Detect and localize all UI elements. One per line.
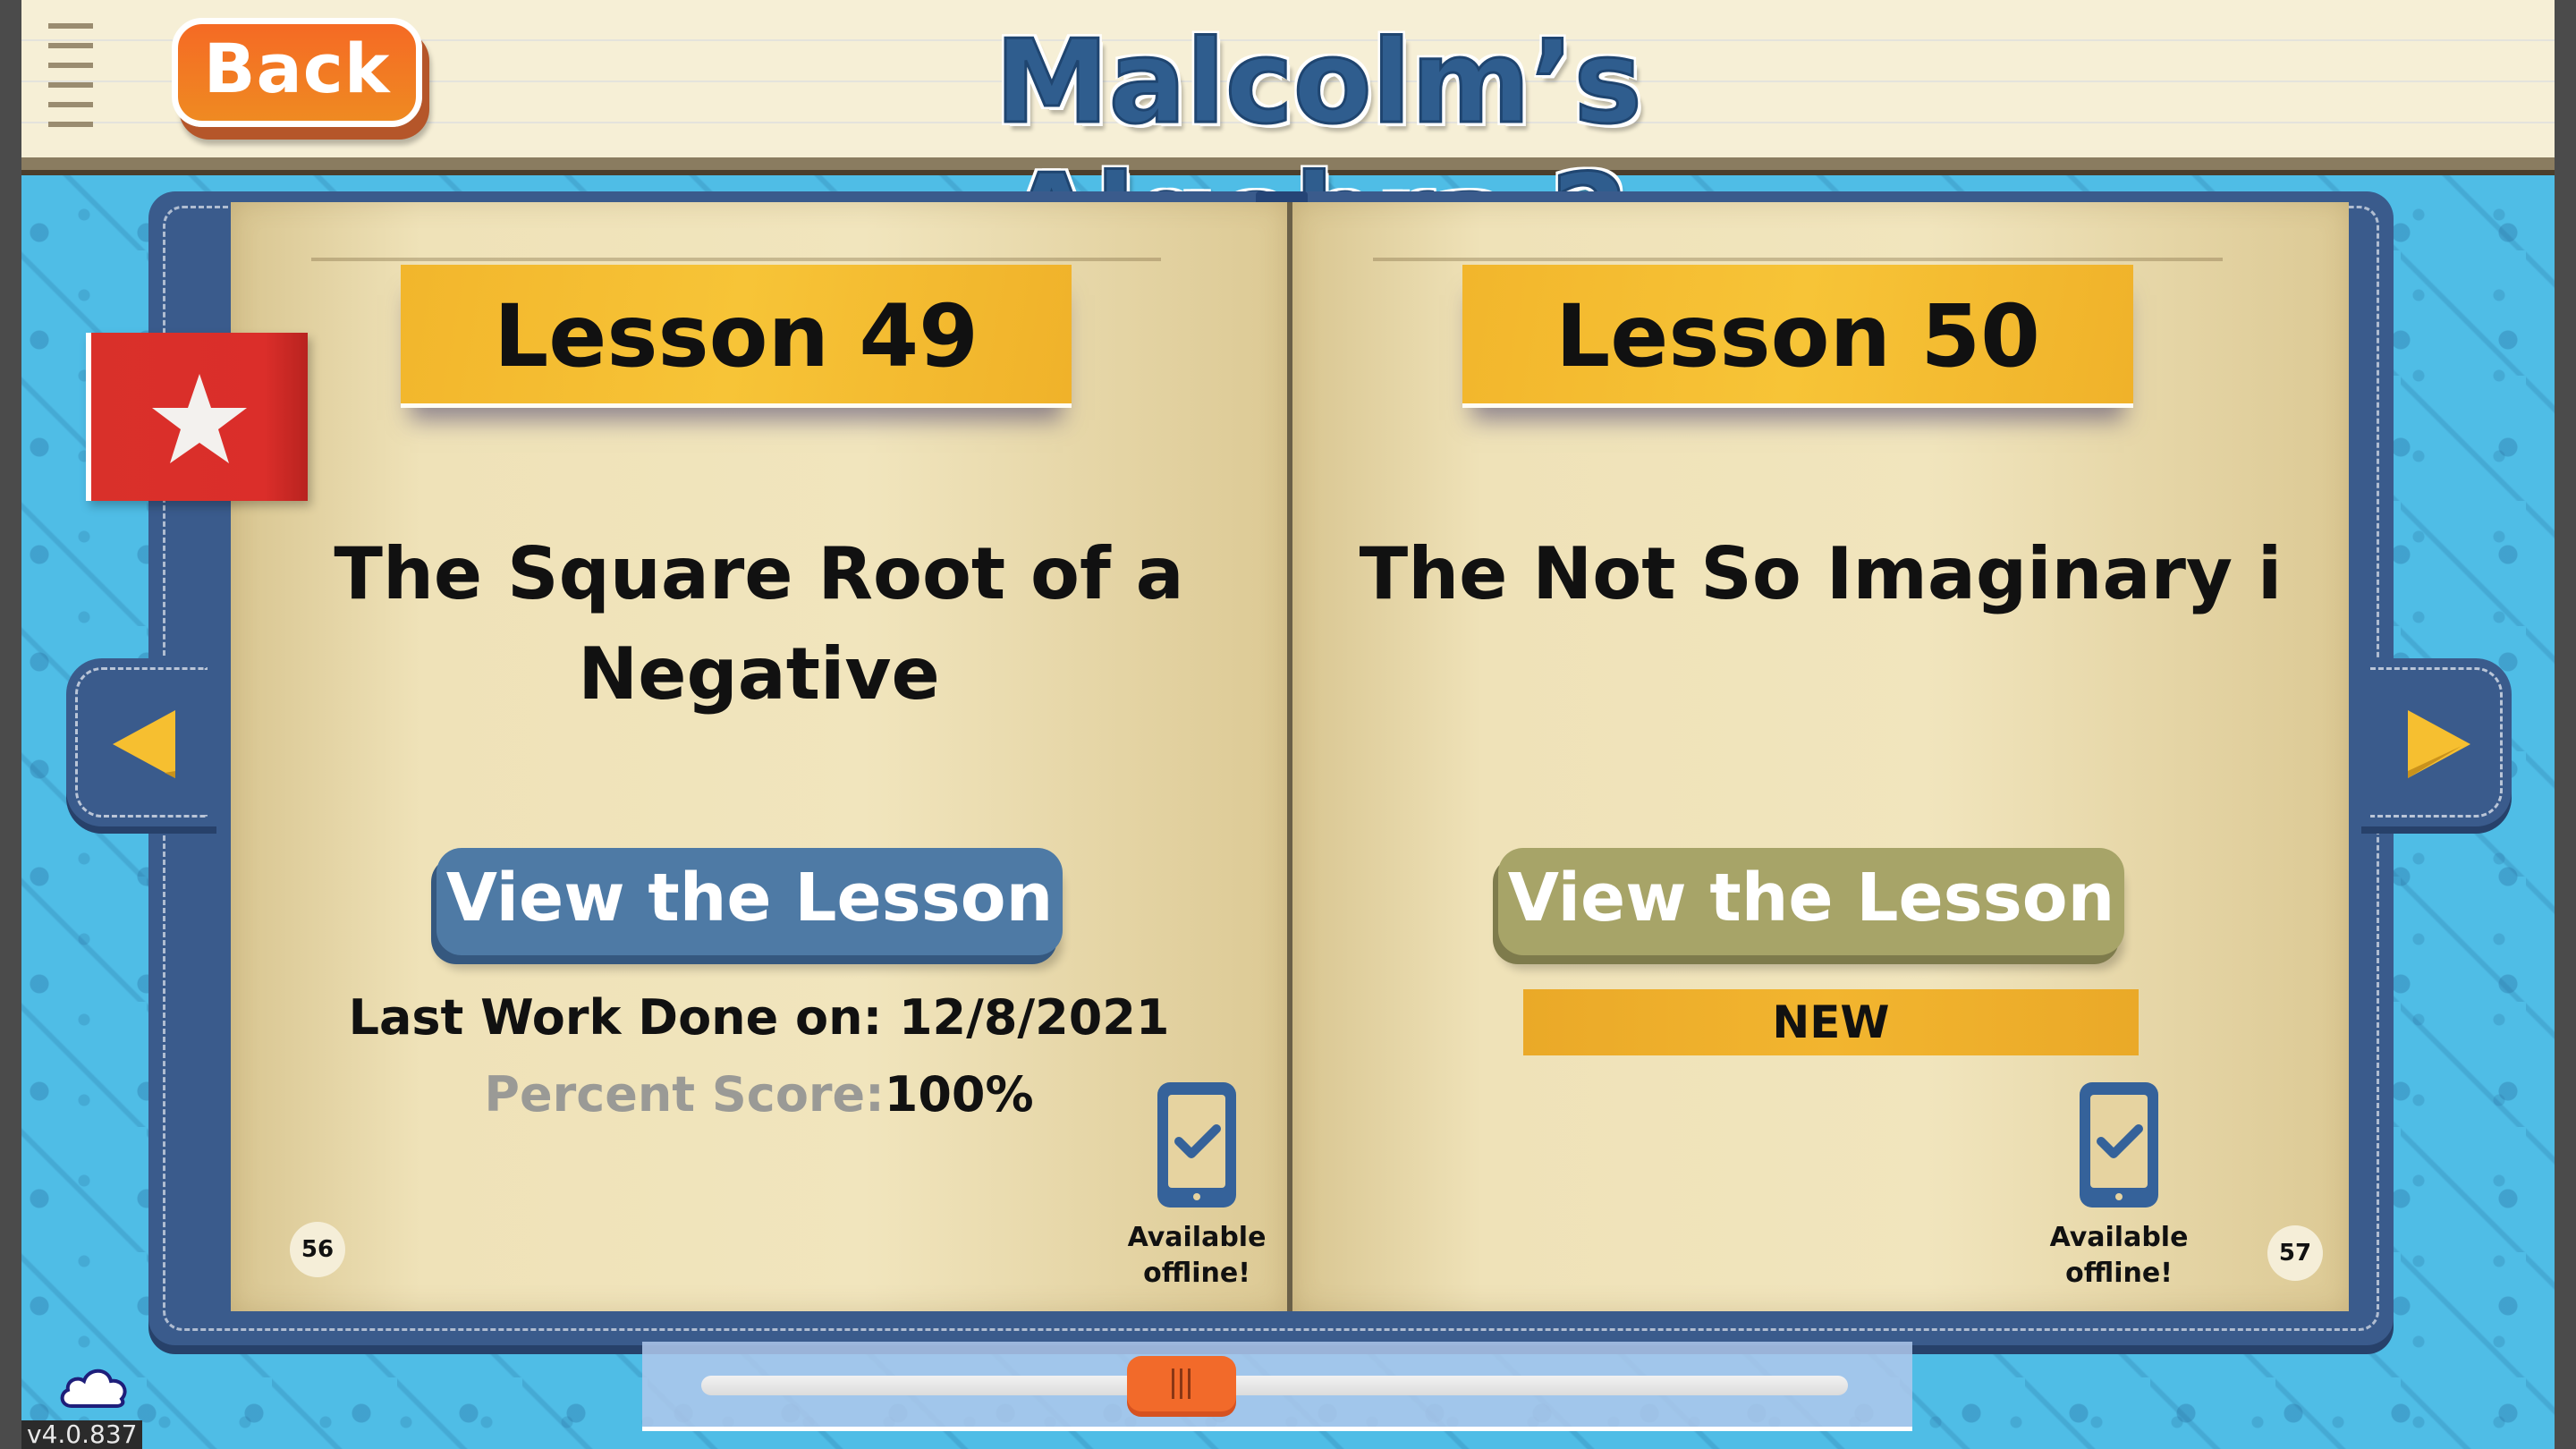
lesson-book: Lesson 49 The Square Root of a Negative …: [148, 191, 2394, 1345]
lesson-number-label: Lesson 49: [494, 286, 979, 386]
new-status-badge: NEW: [1523, 989, 2139, 1055]
page-number: 56: [290, 1222, 345, 1277]
offline-availability: Available offline!: [2047, 1079, 2190, 1292]
last-work-done: Last Work Done on: 12/8/2021: [348, 989, 1170, 1046]
phone-check-icon: [1157, 1082, 1236, 1208]
phone-check-icon: [2080, 1082, 2158, 1208]
percent-score-label: Percent Score:: [484, 1066, 885, 1123]
lesson-number-label: Lesson 50: [1555, 286, 2040, 386]
notepad-spiral: [48, 9, 93, 134]
back-button[interactable]: Back: [172, 18, 422, 127]
view-lesson-button[interactable]: View the Lesson: [436, 848, 1063, 955]
next-page-button[interactable]: [2361, 658, 2512, 826]
lesson-number-ribbon: Lesson 50: [1373, 258, 2223, 408]
left-page: Lesson 49 The Square Root of a Negative …: [231, 202, 1290, 1311]
right-page: Lesson 50 The Not So Imaginary i View th…: [1290, 202, 2349, 1311]
version-label: v4.0.837: [21, 1420, 143, 1449]
page-number: 57: [2267, 1225, 2323, 1281]
lesson-title: The Not So Imaginary i: [1359, 532, 2283, 615]
offline-label-line1: Available: [2049, 1222, 2189, 1253]
offline-label-line1: Available: [1127, 1222, 1267, 1253]
offline-label-line2: offline!: [1143, 1258, 1250, 1289]
offline-availability: Available offline!: [1125, 1079, 1268, 1292]
offline-label-line2: offline!: [2065, 1258, 2173, 1289]
triangle-left-icon: [113, 710, 175, 778]
cloud-icon[interactable]: [57, 1363, 132, 1410]
percent-score-value: 100%: [884, 1066, 1034, 1123]
page-slider-thumb[interactable]: [1126, 1356, 1236, 1411]
star-icon: [152, 374, 247, 463]
triangle-right-icon: [2408, 710, 2470, 778]
lesson-title: The Square Root of a Negative: [334, 532, 1184, 716]
previous-page-button[interactable]: [66, 658, 216, 826]
page-slider-track[interactable]: [701, 1376, 1848, 1395]
game-stage: Back Malcolm’s Algebra 2 Lesson 49 The S…: [21, 0, 2555, 1449]
view-lesson-button[interactable]: View the Lesson: [1498, 848, 2124, 955]
page-slider-panel: [642, 1342, 1912, 1431]
right-border-strip: [2555, 0, 2576, 1449]
lesson-number-ribbon: Lesson 49: [311, 258, 1161, 408]
left-border-strip: [0, 0, 21, 1449]
header-notepad: Back Malcolm’s Algebra 2: [21, 0, 2555, 285]
favorite-star-flag[interactable]: [86, 333, 308, 501]
